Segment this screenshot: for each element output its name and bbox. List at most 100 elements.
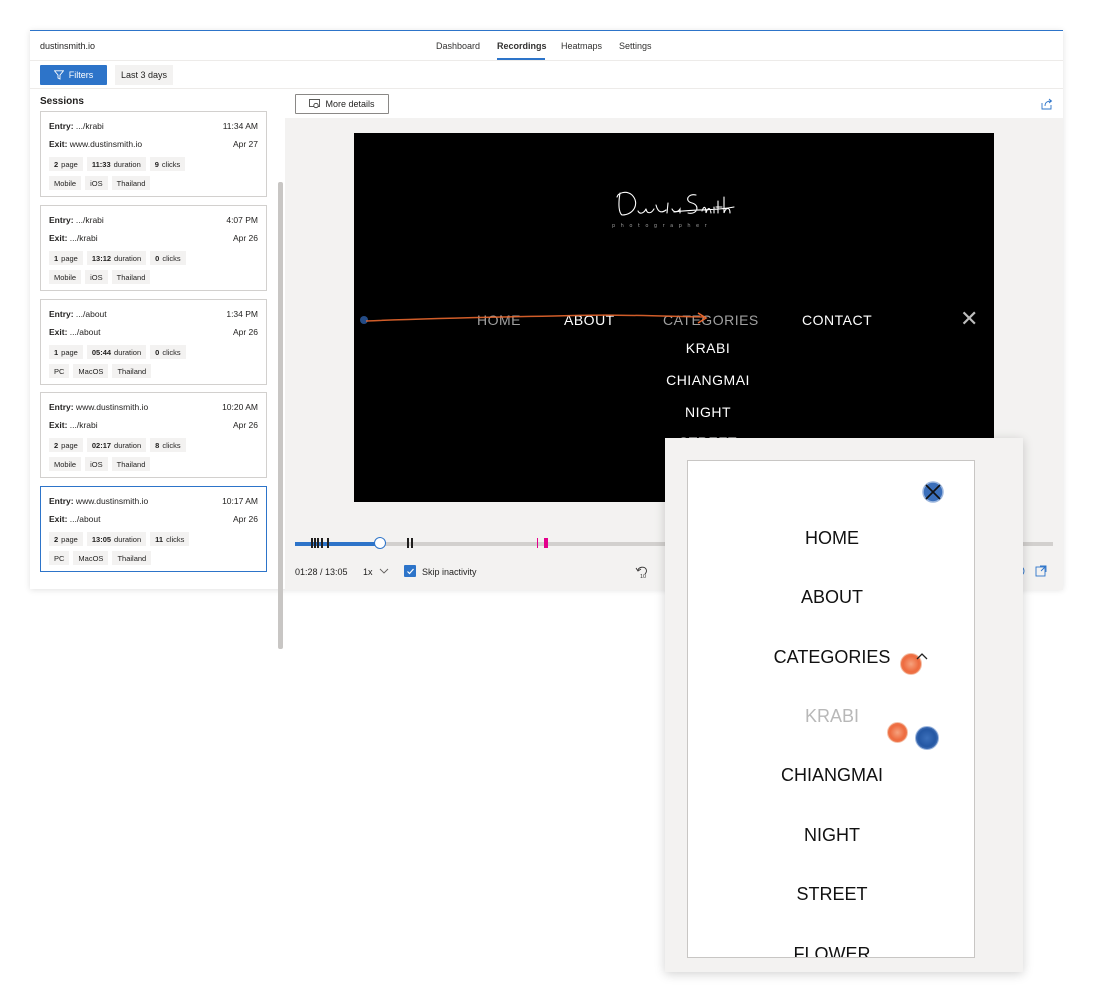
mobile-menu-flower: FLOWER xyxy=(793,944,871,958)
country-tag: Thailand xyxy=(112,551,152,565)
tab-heatmaps[interactable]: Heatmaps xyxy=(561,41,602,51)
session-stats: 1 page 05:44 duration 0 clicks xyxy=(49,345,186,359)
pages-tag: 1 page xyxy=(49,345,83,359)
session-exit: Exit: .../about xyxy=(49,327,101,337)
entry-value: .../about xyxy=(73,309,107,319)
duration-unit: duration xyxy=(114,253,142,263)
session-exit: Exit: www.dustinsmith.io xyxy=(49,139,142,149)
entry-value: www.dustinsmith.io xyxy=(73,496,149,506)
session-entry: Entry: .../krabi xyxy=(49,215,104,225)
session-date: Apr 26 xyxy=(232,514,258,524)
filters-label: Filters xyxy=(68,70,94,80)
duration-unit: duration xyxy=(114,440,142,450)
duration-tag: 13:12 duration xyxy=(86,251,147,265)
os-tag: MacOS xyxy=(73,551,109,565)
session-exit: Exit: .../about xyxy=(49,514,101,524)
device-tag: Mobile xyxy=(49,176,82,190)
pages-tag: 1 page xyxy=(49,251,83,265)
clicks-tag: 0 clicks xyxy=(150,251,186,265)
duration-value: 11:33 xyxy=(91,159,111,169)
duration-value: 13:05 xyxy=(91,534,112,544)
entry-value: .../krabi xyxy=(73,215,104,225)
tap-marker xyxy=(915,726,939,750)
session-stats: 2 page 13:05 duration 11 clicks xyxy=(49,532,190,546)
session-card[interactable]: Entry: www.dustinsmith.io 10:20 AM Exit: .… xyxy=(40,392,267,478)
session-stats: 2 page 11:33 duration 9 clicks xyxy=(49,157,186,171)
entry-value: .../krabi xyxy=(73,121,104,131)
session-card[interactable]: Entry: .../about 1:34 PM Exit: .../about Ap… xyxy=(40,299,267,385)
tab-dashboard[interactable]: Dashboard xyxy=(436,41,480,51)
session-time: 10:17 AM xyxy=(222,496,258,506)
session-date: Apr 26 xyxy=(232,233,258,243)
device-tag: PC xyxy=(49,551,70,565)
session-card[interactable]: Entry: www.dustinsmith.io 10:17 AM Exit: .… xyxy=(40,486,267,572)
session-date: Apr 27 xyxy=(232,139,258,149)
popout-icon[interactable] xyxy=(1035,565,1047,577)
exit-value: .../krabi xyxy=(67,420,98,430)
os-tag: iOS xyxy=(85,176,108,190)
share-icon[interactable] xyxy=(1041,98,1053,110)
entry-label: Entry: xyxy=(49,402,74,412)
session-time: 10:20 AM xyxy=(222,402,258,412)
clicks-count: 0 xyxy=(155,253,160,263)
session-card[interactable]: Entry: .../krabi 4:07 PM Exit: .../krabi Ap… xyxy=(40,205,267,291)
speed-select[interactable]: 1x xyxy=(363,567,373,577)
mobile-close-icon xyxy=(922,481,944,503)
pages-tag: 2 page xyxy=(49,157,83,171)
duration-tag: 11:33 duration xyxy=(86,157,146,171)
time-display: 01:28 / 13:05 xyxy=(295,567,348,577)
exit-value: www.dustinsmith.io xyxy=(67,139,143,149)
more-details-button[interactable]: More details xyxy=(295,94,389,114)
pages-tag: 2 page xyxy=(49,438,83,452)
exit-label: Exit: xyxy=(49,420,68,430)
duration-value: 02:17 xyxy=(91,440,112,450)
duration-unit: duration xyxy=(113,159,141,169)
exit-label: Exit: xyxy=(49,139,68,149)
session-meta: Mobile iOS Thailand xyxy=(49,176,151,190)
pages-unit: page xyxy=(61,440,78,450)
skip-inactivity-checkbox[interactable] xyxy=(404,565,416,577)
session-time: 11:34 AM xyxy=(222,121,258,131)
os-tag: iOS xyxy=(85,270,108,284)
timeline-progress xyxy=(295,542,380,546)
chevron-down-icon[interactable] xyxy=(379,566,389,576)
session-meta: Mobile iOS Thailand xyxy=(49,270,151,284)
timeline-event-marker xyxy=(314,538,316,548)
session-entry: Entry: .../about xyxy=(49,309,107,319)
mobile-menu-categories: CATEGORIES xyxy=(773,647,891,667)
filters-button[interactable]: Filters xyxy=(40,65,107,85)
device-tag: Mobile xyxy=(49,457,82,471)
pages-count: 2 xyxy=(54,159,59,169)
sessions-panel: Sessions Entry: .../krabi 11:34 AM Exit: w… xyxy=(30,90,284,649)
country-tag: Thailand xyxy=(111,176,151,190)
duration-value: 13:12 xyxy=(91,253,112,263)
rewind-10-icon[interactable]: 10 xyxy=(635,565,649,579)
skip-inactivity-label: Skip inactivity xyxy=(422,567,477,577)
filter-bar: Filters Last 3 days xyxy=(30,61,1063,89)
clicks-count: 8 xyxy=(155,440,160,450)
session-entry: Entry: .../krabi xyxy=(49,121,104,131)
timeline-scrubber[interactable] xyxy=(374,537,386,549)
duration-unit: duration xyxy=(114,534,142,544)
timeline-event-marker xyxy=(317,538,319,548)
country-tag: Thailand xyxy=(111,270,151,284)
mobile-menu-home: HOME xyxy=(805,528,859,548)
pages-unit: page xyxy=(61,159,78,169)
tab-settings[interactable]: Settings xyxy=(619,41,652,51)
country-tag: Thailand xyxy=(112,364,152,378)
entry-label: Entry: xyxy=(49,309,74,319)
filter-icon xyxy=(53,70,64,80)
mobile-menu-street: STREET xyxy=(796,884,868,904)
clicks-tag: 11 clicks xyxy=(150,532,190,546)
session-time: 1:34 PM xyxy=(226,309,258,319)
session-card[interactable]: Entry: .../krabi 11:34 AM Exit: www.dustin… xyxy=(40,111,267,197)
date-range-button[interactable]: Last 3 days xyxy=(115,65,173,85)
timeline-error-marker xyxy=(544,538,548,548)
duration-tag: 13:05 duration xyxy=(86,532,147,546)
clicks-unit: clicks xyxy=(161,159,181,169)
entry-label: Entry: xyxy=(49,496,74,506)
sessions-scrollbar[interactable] xyxy=(278,182,283,649)
tab-recordings[interactable]: Recordings xyxy=(497,41,547,51)
pages-tag: 2 page xyxy=(49,532,83,546)
pages-count: 2 xyxy=(54,534,59,544)
